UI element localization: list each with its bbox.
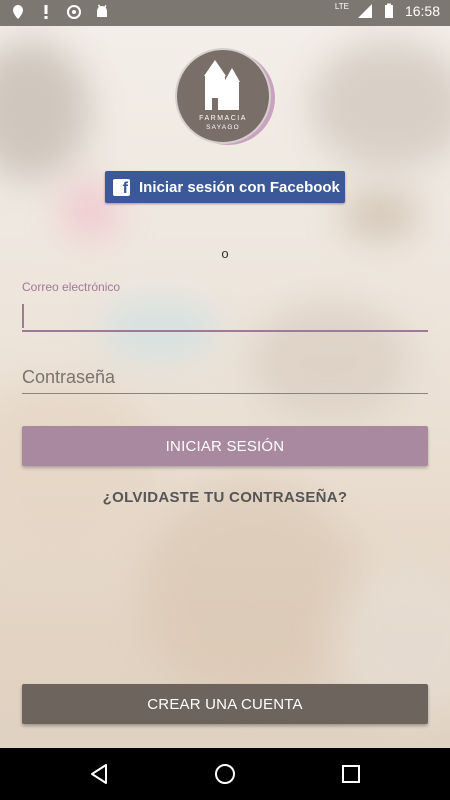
signal-icon (357, 4, 372, 18)
password-field[interactable] (22, 362, 428, 394)
email-field[interactable] (22, 300, 428, 332)
logo-text-top: FARMACIA (199, 115, 247, 122)
navigation-bar (0, 748, 450, 800)
alert-icon (44, 5, 48, 19)
status-time: 16:58 (404, 3, 440, 19)
battery-icon (384, 3, 393, 18)
facebook-icon: f (113, 178, 130, 197)
logo-text-bottom: SAYAGO (206, 124, 240, 131)
facebook-login-label: Iniciar sesión con Facebook (139, 178, 340, 196)
android-icon (97, 4, 107, 17)
home-icon[interactable] (213, 762, 237, 786)
create-account-button[interactable]: CREAR UNA CUENTA (22, 684, 428, 724)
sync-icon (67, 5, 81, 19)
farmacia-sayago-logo: FARMACIA SAYAGO (175, 48, 275, 145)
forgot-password-link[interactable]: ¿OLVIDASTE TU CONTRASEÑA? (0, 489, 450, 506)
email-label: Correo electrónico (22, 280, 121, 294)
facebook-login-button[interactable]: f Iniciar sesión con Facebook (105, 171, 345, 203)
text-cursor (22, 304, 24, 328)
or-separator: o (221, 246, 229, 261)
network-type: LTE (334, 1, 349, 11)
back-icon[interactable] (87, 762, 111, 786)
login-button[interactable]: INICIAR SESIÓN (22, 426, 428, 466)
location-icon (13, 5, 23, 19)
recents-icon[interactable] (339, 762, 363, 786)
status-bar: LTE 16:58 (0, 0, 450, 26)
